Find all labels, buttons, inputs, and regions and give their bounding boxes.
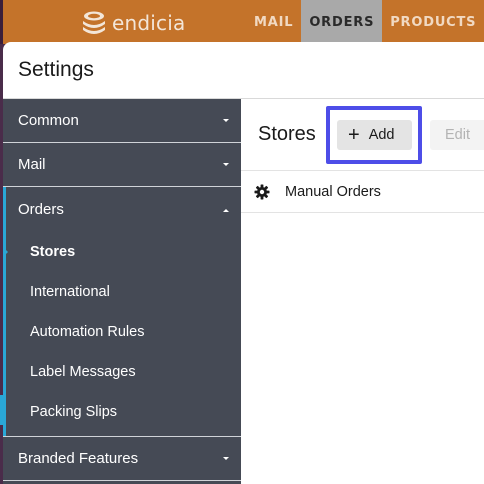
settings-panel: Settings Common Mail Orders Stores Inter…: [3, 42, 484, 484]
sidebar-item-label: Mail: [18, 156, 46, 173]
sidebar-item-automation-rules[interactable]: Automation Rules: [3, 312, 241, 352]
sidebar-item-label: Branded Features: [18, 450, 139, 467]
chevron-down-icon: [223, 163, 229, 166]
nav-mail[interactable]: MAIL: [246, 0, 301, 44]
settings-title: Settings: [18, 58, 94, 81]
sidebar-item-label: Common: [18, 112, 79, 129]
main-nav: MAIL ORDERS PRODUCTS: [246, 0, 484, 44]
sidebar-item-label: Orders: [18, 201, 64, 218]
chevron-down-icon: [223, 457, 229, 460]
endicia-logo-icon: [80, 10, 108, 36]
edit-button-label: Edit: [445, 127, 470, 143]
store-name: Manual Orders: [285, 183, 381, 200]
stores-toolbar: Stores + Add Edit: [241, 99, 484, 171]
chevron-up-icon: [223, 209, 229, 212]
sidebar-item-international[interactable]: International: [3, 272, 241, 312]
add-button-label: Add: [368, 127, 395, 143]
sidebar-item-stores[interactable]: Stores: [3, 232, 241, 272]
settings-sidebar: Common Mail Orders Stores International …: [3, 99, 241, 484]
logo-text: endicia: [112, 11, 186, 35]
sidebar-item-label-messages[interactable]: Label Messages: [3, 352, 241, 392]
sidebar-item-mail[interactable]: Mail: [3, 143, 241, 187]
sidebar-item-label: Packing Slips: [30, 404, 118, 420]
stores-pane: Stores + Add Edit Manual Orders: [241, 99, 484, 484]
sidebar-item-label: Automation Rules: [30, 324, 145, 340]
nav-orders[interactable]: ORDERS: [301, 0, 383, 44]
stores-title: Stores: [258, 123, 316, 145]
orders-submenu: Stores International Automation Rules La…: [3, 232, 241, 436]
sidebar-item-label: International: [30, 284, 110, 300]
active-pointer-icon: [3, 247, 8, 257]
sidebar-item-label: Stores: [30, 244, 76, 260]
plus-icon: +: [348, 124, 360, 146]
sidebar-item-orders[interactable]: Orders: [3, 187, 241, 232]
sidebar-item-packing-slips[interactable]: Packing Slips: [3, 392, 241, 432]
nav-products[interactable]: PRODUCTS: [382, 0, 484, 44]
add-store-button[interactable]: + Add: [337, 120, 412, 150]
gear-icon: [254, 184, 270, 200]
chevron-down-icon: [223, 119, 229, 122]
settings-header: Settings: [3, 42, 484, 99]
app-window: endicia MAIL ORDERS PRODUCTS Settings Co…: [0, 0, 484, 484]
sidebar-group-orders: Orders Stores International Automation R…: [3, 187, 241, 437]
endicia-logo[interactable]: endicia: [80, 10, 185, 36]
left-edge-strip: [0, 0, 3, 44]
sidebar-item-common[interactable]: Common: [3, 99, 241, 143]
list-item[interactable]: Manual Orders: [241, 171, 484, 213]
edit-store-button[interactable]: Edit: [430, 120, 484, 150]
top-bar: endicia MAIL ORDERS PRODUCTS: [0, 0, 484, 44]
sidebar-item-branded-features[interactable]: Branded Features: [3, 437, 241, 481]
sidebar-item-label: Label Messages: [30, 364, 136, 380]
